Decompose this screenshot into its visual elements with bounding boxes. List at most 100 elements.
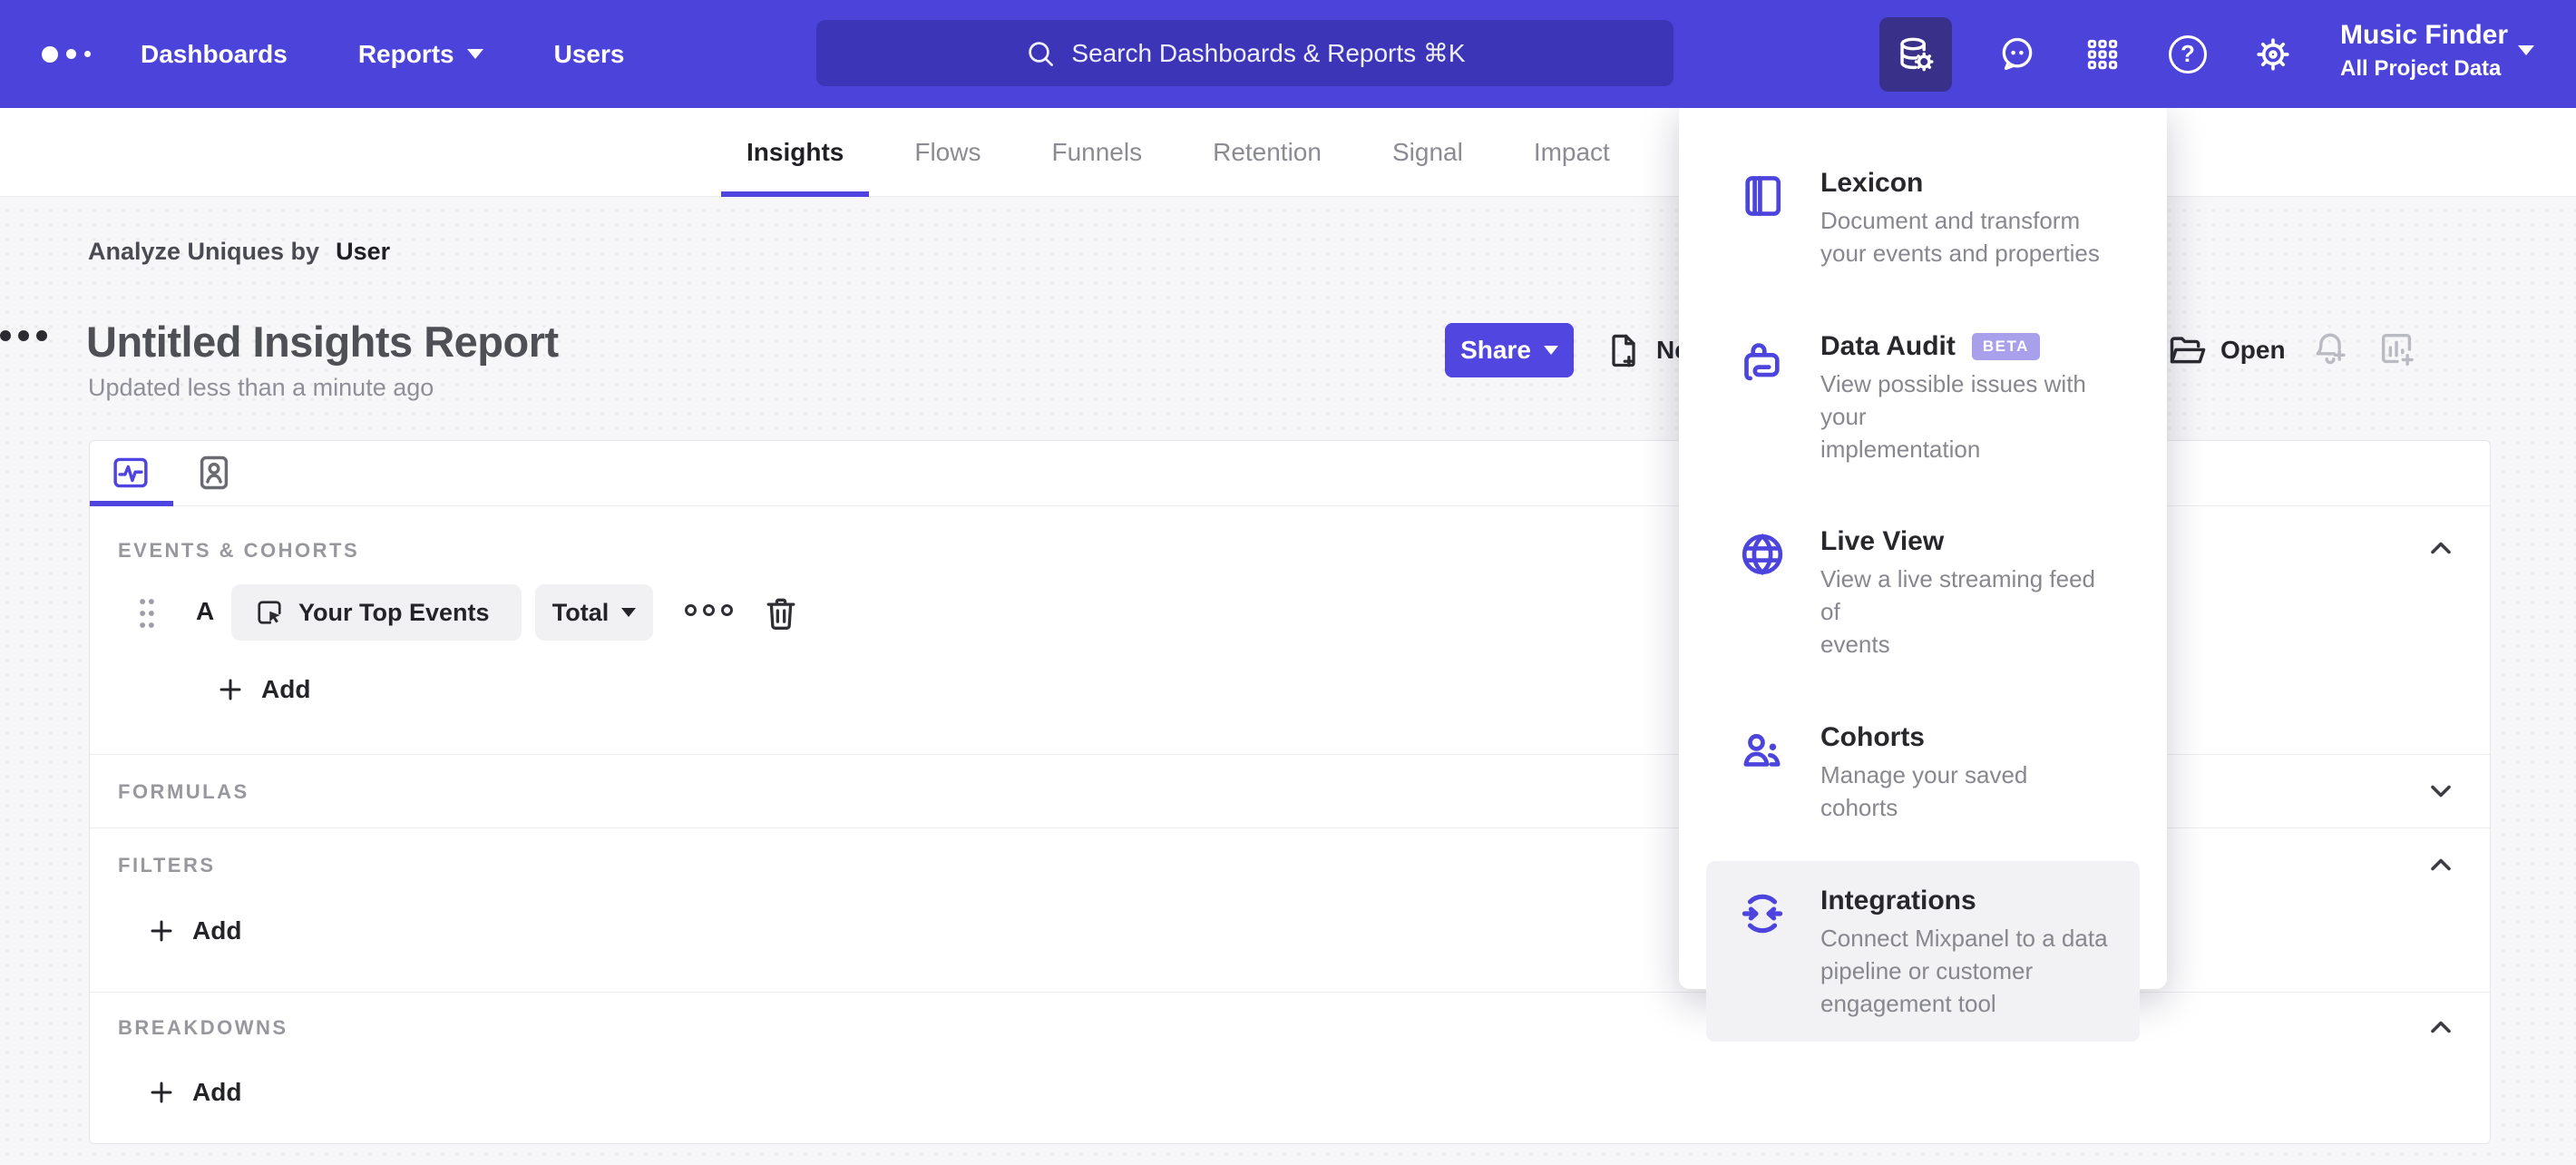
active-tab-underline [90, 501, 173, 506]
project-name: Music Finder [2340, 20, 2509, 50]
collapse-filters-button[interactable] [2425, 848, 2457, 881]
data-management-button[interactable] [1879, 16, 1952, 92]
search-icon [1029, 41, 1054, 66]
gear-icon [2257, 37, 2289, 71]
events-cohorts-header: EVENTS & COHORTS [118, 539, 360, 562]
analyze-label: Analyze Uniques by [88, 238, 320, 265]
database-gear-icon [1900, 37, 1934, 71]
menu-item-title: Data Audit [1820, 330, 1956, 361]
integrations-sync-icon [1742, 894, 1783, 933]
nav-reports-label: Reports [357, 39, 454, 68]
report-tabstrip: Insights Flows Funnels Retention Signal … [0, 108, 2576, 197]
event-click-icon [258, 601, 281, 624]
tab-flows[interactable]: Flows [889, 108, 1006, 197]
tab-signal[interactable]: Signal [1367, 108, 1488, 197]
add-label: Add [261, 675, 311, 703]
tab-funnels[interactable]: Funnels [1026, 108, 1167, 197]
menu-item-integrations[interactable]: Integrations Connect Mixpanel to a data … [1706, 860, 2140, 1043]
tab-events-view[interactable] [110, 452, 151, 494]
report-actions: Share New Open [0, 323, 2576, 379]
event-selector[interactable]: Your Top Events [231, 584, 522, 641]
tab-retention[interactable]: Retention [1187, 108, 1347, 197]
drag-handle-icon[interactable] [135, 593, 159, 633]
nav-users-label: Users [553, 39, 625, 68]
analyze-value-selector[interactable]: User [336, 238, 390, 266]
plus-icon [151, 920, 172, 942]
collapse-events-button[interactable] [2425, 532, 2457, 564]
grid-icon [2087, 39, 2118, 69]
add-to-dashboard-button[interactable] [2376, 328, 2418, 370]
collapse-breakdowns-button[interactable] [2425, 1011, 2457, 1043]
project-scope: All Project Data [2340, 56, 2502, 81]
data-management-menu: Lexicon Document and transform your even… [1679, 102, 2167, 1043]
tab-impact[interactable]: Impact [1508, 108, 1635, 197]
apps-grid-button[interactable] [2083, 34, 2122, 74]
cohorts-people-icon [1743, 734, 1781, 767]
search-placeholder: Search Dashboards & Reports ⌘K [1071, 39, 1466, 67]
nav-links: Dashboards Reports Users [141, 0, 624, 108]
caret-down-icon [621, 608, 637, 617]
tab-users-view[interactable] [193, 452, 235, 494]
menu-item-title: Lexicon [1820, 168, 1924, 198]
menu-item-live-view[interactable]: Live View View a live streaming feed of … [1706, 502, 2140, 683]
menu-item-desc: Manage your saved cohorts [1820, 761, 2028, 821]
settings-button[interactable] [2253, 34, 2293, 74]
trash-icon[interactable] [761, 593, 801, 633]
file-plus-icon [1612, 334, 1635, 367]
nav-users[interactable]: Users [554, 40, 625, 69]
project-selector[interactable]: Music Finder All Project Data [2340, 16, 2508, 83]
add-label: Add [192, 1078, 242, 1106]
series-letter: A [196, 597, 215, 625]
caret-down-icon [466, 49, 483, 59]
event-name: Your Top Events [298, 598, 490, 626]
menu-item-desc: View possible issues with your implement… [1820, 369, 2086, 463]
menu-item-title: Live View [1820, 526, 1945, 557]
feedback-button[interactable] [1997, 34, 2037, 74]
nav-dashboards[interactable]: Dashboards [141, 40, 288, 69]
nav-reports[interactable]: Reports [358, 40, 483, 69]
menu-item-title: Integrations [1820, 885, 1976, 915]
caret-down-icon [1543, 346, 1558, 355]
folder-icon [2170, 337, 2206, 364]
tab-flows-label: Flows [914, 138, 981, 166]
metric-value: Total [551, 598, 610, 626]
analyze-line: Analyze Uniques by User [88, 238, 390, 266]
menu-item-cohorts[interactable]: Cohorts Manage your saved cohorts [1706, 698, 2140, 847]
add-event-button[interactable]: Add [216, 670, 310, 710]
mixpanel-app: Dashboards Reports Users Search Dashboar… [0, 0, 2576, 1165]
metric-selector[interactable]: Total [535, 584, 653, 641]
pulse-chart-icon [113, 457, 148, 488]
tab-retention-label: Retention [1213, 138, 1322, 166]
data-audit-icon [1744, 343, 1780, 381]
chat-smiley-icon [2002, 37, 2033, 70]
lexicon-book-icon [1745, 176, 1781, 216]
nav-icon-group: ? [1879, 0, 2293, 108]
add-alert-button[interactable] [2309, 328, 2351, 370]
open-button[interactable]: Open [2166, 323, 2286, 377]
nav-dashboards-label: Dashboards [141, 39, 288, 68]
tab-insights[interactable]: Insights [721, 108, 870, 197]
help-button[interactable]: ? [2168, 34, 2208, 74]
row-options-button[interactable] [685, 604, 733, 616]
add-filter-button[interactable]: Add [147, 911, 241, 951]
chart-plus-icon [2381, 333, 2414, 367]
add-breakdown-button[interactable]: Add [147, 1072, 241, 1112]
mixpanel-logo[interactable] [42, 0, 91, 108]
chevron-up-icon [2431, 542, 2451, 554]
add-label: Add [192, 916, 242, 945]
project-caret-icon [2518, 45, 2534, 55]
bell-plus-icon [2316, 333, 2346, 365]
menu-item-title: Cohorts [1820, 722, 1925, 752]
more-options-button[interactable] [0, 323, 49, 348]
menu-item-lexicon[interactable]: Lexicon Document and transform your even… [1706, 143, 2140, 292]
chevron-up-icon [2431, 1021, 2451, 1033]
expand-formulas-button[interactable] [2425, 775, 2457, 808]
chevron-down-icon [2431, 785, 2451, 798]
menu-item-data-audit[interactable]: Data Audit BETA View possible issues wit… [1706, 307, 2140, 488]
filters-header: FILTERS [118, 854, 216, 876]
globe-icon [1742, 534, 1783, 576]
share-button[interactable]: Share [1445, 323, 1574, 377]
question-mark-icon: ? [2169, 34, 2207, 73]
user-card-icon [200, 455, 229, 490]
search-input[interactable]: Search Dashboards & Reports ⌘K [816, 20, 1673, 86]
